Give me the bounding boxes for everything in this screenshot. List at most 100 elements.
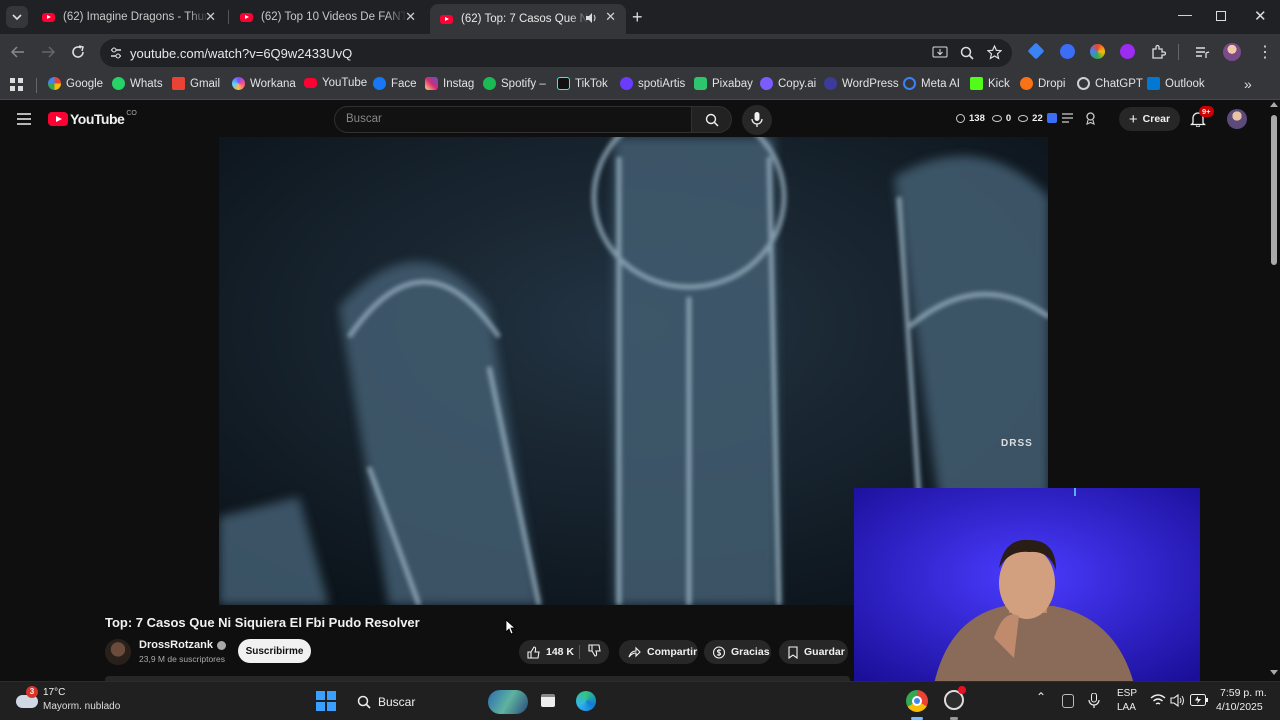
back-arrow-icon[interactable] [10,44,26,60]
bookmark-spotify[interactable]: Spotify – [483,77,546,90]
profile-avatar[interactable] [1223,43,1241,61]
youtube-search-button[interactable] [692,106,732,133]
subscribe-button[interactable]: Suscribirme [238,639,311,663]
minimize-button[interactable]: — [1178,6,1192,22]
scroll-up-arrow-icon[interactable] [1270,102,1278,107]
list-icon[interactable] [1062,113,1073,124]
chrome-taskbar-icon[interactable] [906,690,928,712]
bookmark-workana[interactable]: Workana [232,77,296,90]
media-controls-icon[interactable] [1194,44,1210,60]
award-icon[interactable] [1085,112,1096,125]
taskbar-search-placeholder: Buscar [378,695,416,709]
tray-chevron-up-icon[interactable]: ⌃ [1036,690,1046,704]
bookmark-google[interactable]: Google [48,77,103,90]
speaker-icon[interactable] [1170,694,1186,707]
bookmark-kick[interactable]: Kick [970,77,1010,90]
thanks-button[interactable]: Gracias [704,640,771,664]
weather-widget[interactable]: 3 17°C Mayorm. nublado [14,686,134,718]
install-app-icon[interactable] [932,46,948,60]
bookmark-dropi[interactable]: Dropi [1020,77,1065,90]
bookmark-tiktok[interactable]: TikTok [557,77,608,90]
bookmark-star-icon[interactable] [987,45,1002,60]
extension-color-icon[interactable] [1090,44,1105,59]
channel-name[interactable]: DrossRotzank [139,639,226,651]
bookmark-outlook[interactable]: Outlook [1147,77,1205,90]
clock-date[interactable]: 4/10/2025 [1216,701,1263,713]
browser-tab[interactable]: (62) Top 10 Videos De FANTASMAS ✕ [230,4,426,30]
page-scrollbar[interactable] [1268,101,1280,681]
extension-lens-icon[interactable] [1060,44,1075,59]
bookmark-spotiartis[interactable]: spotiArtis [620,77,685,90]
account-avatar[interactable] [1227,109,1247,129]
thumbs-up-icon [527,645,540,659]
bookmark-youtube[interactable]: YouTube [304,77,367,89]
close-tab-icon[interactable]: ✕ [205,9,216,25]
bookmark-label: Kick [988,77,1010,90]
dislike-button[interactable] [580,644,601,660]
browser-menu-icon[interactable]: ⋮ [1257,42,1273,62]
extension-badge-icon[interactable] [1047,113,1057,123]
language-line-2[interactable]: LAA [1117,702,1136,713]
browser-tab-strip: (62) Imagine Dragons - Thunder ✕ (62) To… [0,0,1280,34]
bookmark-face[interactable]: Face [373,77,417,90]
bookmark-label: Whats [130,77,163,90]
clock-time[interactable]: 7:59 p. m. [1220,687,1267,699]
channel-avatar[interactable] [105,639,131,665]
like-button[interactable]: 148 K [519,645,579,659]
task-view-icon[interactable] [541,694,555,707]
more-bookmarks-chevron-icon[interactable]: » [1244,76,1252,92]
thumbs-down-icon [588,644,601,657]
language-line-1[interactable]: ESP [1117,688,1137,699]
views-icon [1018,115,1029,122]
share-button[interactable]: Compartir [619,640,698,664]
address-bar[interactable]: youtube.com/watch?v=6Q9w2433UvQ [100,39,1012,67]
extension-download-icon[interactable] [1120,44,1135,59]
bookmark-wordpress[interactable]: WordPress [824,77,899,90]
bookmark-metaai[interactable]: Meta AI [903,77,960,90]
restore-button[interactable] [1216,11,1226,21]
verified-check-icon [216,640,226,650]
channel-watermark: DRSS [1001,438,1033,449]
extensions-puzzle-icon[interactable] [1150,44,1166,60]
scroll-down-arrow-icon[interactable] [1270,670,1278,675]
site-settings-icon[interactable] [109,46,123,60]
create-button[interactable]: + Crear [1119,107,1180,131]
save-button[interactable]: Guardar [779,640,848,664]
apps-grid-icon[interactable] [10,78,24,92]
bookmark-copyai[interactable]: Copy.ai [760,77,816,90]
youtube-logo[interactable]: YouTube CO [48,109,137,127]
scrollbar-thumb[interactable] [1271,115,1277,265]
reload-icon[interactable] [70,44,86,60]
voice-search-button[interactable] [742,105,772,135]
youtube-search-input[interactable]: Buscar [334,106,692,133]
close-window-button[interactable]: ✕ [1254,7,1267,25]
windows-start-icon[interactable] [316,691,336,711]
browser-tab[interactable]: (62) Imagine Dragons - Thunder ✕ [32,4,226,30]
browser-tab-active[interactable]: (62) Top: 7 Casos Que Ni Siquiera ✕ [430,4,626,34]
bookmark-chatgpt[interactable]: ChatGPT [1077,77,1143,90]
bookmark-pixabay[interactable]: Pixabay [694,77,753,90]
tab-search-button[interactable] [6,6,28,28]
browser-toolbar: youtube.com/watch?v=6Q9w2433UvQ ⋮ [0,34,1280,70]
country-code: CO [126,109,137,117]
obs-taskbar-icon[interactable] [944,686,966,710]
microphone-icon[interactable] [1088,693,1100,709]
zoom-icon[interactable] [960,46,974,60]
bookmark-instag[interactable]: Instag [425,77,474,90]
extension-tag-icon[interactable] [1027,42,1045,60]
close-tab-icon[interactable]: ✕ [605,9,616,25]
battery-icon[interactable] [1190,694,1208,706]
bookmark-whats[interactable]: Whats [112,77,163,90]
forward-arrow-icon[interactable] [40,44,56,60]
bookmarks-divider [36,78,37,93]
tray-app-icon[interactable] [1062,694,1074,708]
bookmark-gmail[interactable]: Gmail [172,77,220,90]
wifi-icon[interactable] [1150,694,1166,707]
new-tab-button[interactable]: + [632,7,643,28]
hamburger-menu-icon[interactable] [17,113,31,125]
close-tab-icon[interactable]: ✕ [405,9,416,25]
taskbar-search[interactable]: Buscar [350,688,530,716]
edge-browser-icon[interactable] [576,691,596,711]
speaker-icon[interactable] [585,12,597,24]
notifications-button[interactable]: 9+ [1189,106,1214,132]
